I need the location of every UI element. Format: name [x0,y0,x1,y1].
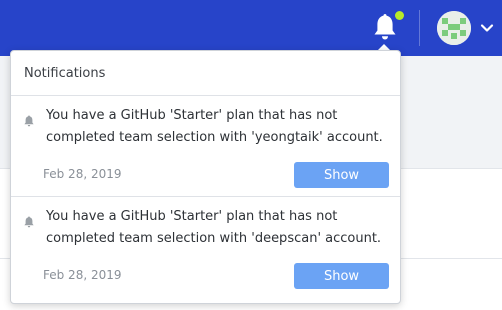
top-navigation-bar [0,0,502,56]
chevron-down-icon[interactable] [479,20,495,36]
notification-message: You have a GitHub 'Starter' plan that ha… [46,209,382,246]
bell-icon [24,213,34,228]
notifications-dropdown: Notifications You have a GitHub 'Starter… [10,50,401,304]
notifications-title: Notifications [24,65,106,81]
bell-icon [24,112,34,127]
unread-indicator-dot [395,11,404,20]
show-button[interactable]: Show [294,263,389,289]
header-divider [419,10,420,46]
notification-item[interactable]: You have a GitHub 'Starter' plan that ha… [11,197,400,297]
show-button[interactable]: Show [294,162,389,188]
notification-date: Feb 28, 2019 [43,268,122,282]
user-avatar[interactable] [437,11,471,45]
notifications-header: Notifications [11,51,400,96]
notification-item[interactable]: You have a GitHub 'Starter' plan that ha… [11,96,400,197]
notifications-bell-icon[interactable] [372,12,398,42]
notification-message: You have a GitHub 'Starter' plan that ha… [46,108,383,145]
notification-date: Feb 28, 2019 [43,167,122,181]
